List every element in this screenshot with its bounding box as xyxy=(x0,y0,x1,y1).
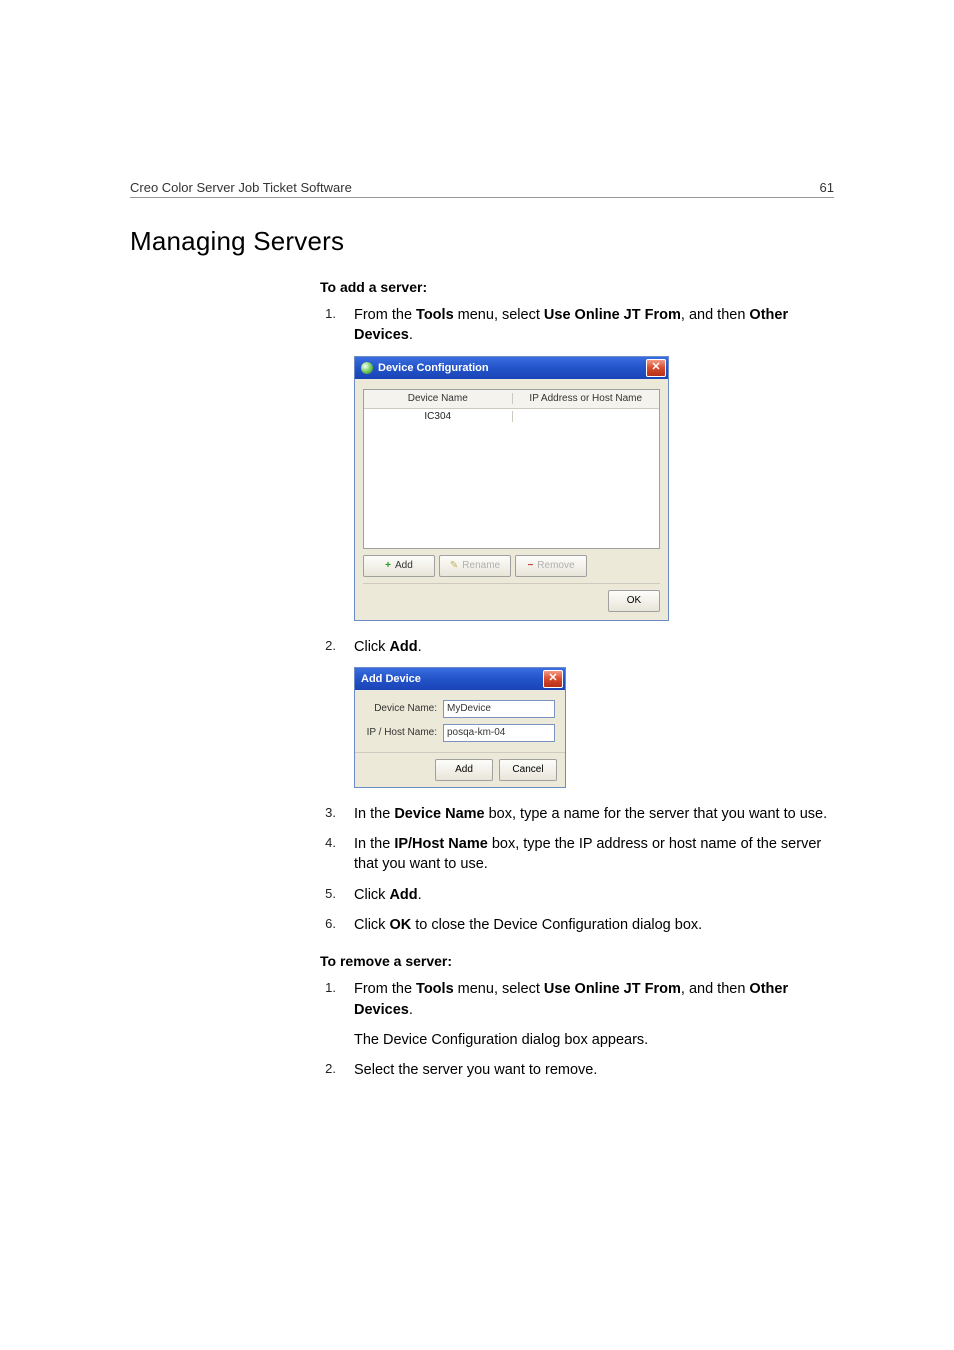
step-number: 2. xyxy=(320,637,336,657)
steps-remove-server: 1. From the Tools menu, select Use Onlin… xyxy=(320,979,834,1020)
list-item: 3. In the Device Name box, type a name f… xyxy=(320,804,834,824)
plus-icon: + xyxy=(385,560,391,571)
remove-button[interactable]: − Remove xyxy=(515,555,587,577)
followup-text: The Device Configuration dialog box appe… xyxy=(354,1030,834,1050)
subhead-add-server: To add a server: xyxy=(320,279,834,295)
cell-device-name: IC304 xyxy=(364,411,513,422)
ip-host-label: IP / Host Name: xyxy=(365,727,437,738)
dialog-title: Device Configuration xyxy=(378,362,489,374)
col-ip-host: IP Address or Host Name xyxy=(513,393,660,404)
step-number: 1. xyxy=(320,305,336,346)
list-item: 1. From the Tools menu, select Use Onlin… xyxy=(320,979,834,1020)
step-text: In the IP/Host Name box, type the IP add… xyxy=(354,834,834,875)
step-text: In the Device Name box, type a name for … xyxy=(354,804,834,824)
add-button[interactable]: + Add xyxy=(363,555,435,577)
add-button[interactable]: Add xyxy=(435,759,493,781)
subhead-remove-server: To remove a server: xyxy=(320,953,834,969)
page-title: Managing Servers xyxy=(130,226,834,257)
cancel-button[interactable]: Cancel xyxy=(499,759,557,781)
step-text: Click Add. xyxy=(354,885,834,905)
step-number: 2. xyxy=(320,1060,336,1080)
dialog-title: Add Device xyxy=(361,673,421,685)
device-name-field[interactable]: MyDevice xyxy=(443,700,555,718)
device-table: Device Name IP Address or Host Name IC30… xyxy=(363,389,660,549)
step-number: 1. xyxy=(320,979,336,1020)
list-item: 1. From the Tools menu, select Use Onlin… xyxy=(320,305,834,346)
ok-button[interactable]: OK xyxy=(608,590,660,612)
pencil-icon: ✎ xyxy=(450,560,458,571)
list-item: 5. Click Add. xyxy=(320,885,834,905)
device-name-label: Device Name: xyxy=(365,703,437,714)
step-text: Click OK to close the Device Configurati… xyxy=(354,915,834,935)
step-number: 3. xyxy=(320,804,336,824)
step-number: 5. xyxy=(320,885,336,905)
col-device-name: Device Name xyxy=(364,393,513,404)
list-item: 2. Click Add. xyxy=(320,637,834,657)
add-device-dialog: Add Device ✕ Device Name: MyDevice IP / … xyxy=(354,667,566,788)
page-number: 61 xyxy=(820,180,834,195)
device-configuration-dialog: Device Configuration ✕ Device Name IP Ad… xyxy=(354,356,669,621)
titlebar: Device Configuration ✕ xyxy=(355,357,668,379)
page-header: Creo Color Server Job Ticket Software 61 xyxy=(130,180,834,198)
step-number: 6. xyxy=(320,915,336,935)
step-text: From the Tools menu, select Use Online J… xyxy=(354,305,834,346)
close-icon[interactable]: ✕ xyxy=(543,670,563,688)
step-number: 4. xyxy=(320,834,336,875)
header-title: Creo Color Server Job Ticket Software xyxy=(130,180,352,195)
steps-add-server-cont: 2. Click Add. xyxy=(320,637,834,657)
minus-icon: − xyxy=(527,560,533,571)
list-item: 2. Select the server you want to remove. xyxy=(320,1060,834,1080)
table-header: Device Name IP Address or Host Name xyxy=(364,390,659,409)
step-text: Click Add. xyxy=(354,637,834,657)
ip-host-field[interactable]: posqa-km-04 xyxy=(443,724,555,742)
list-item: 6. Click OK to close the Device Configur… xyxy=(320,915,834,935)
rename-button[interactable]: ✎ Rename xyxy=(439,555,511,577)
app-icon xyxy=(361,362,373,374)
step-text: Select the server you want to remove. xyxy=(354,1060,834,1080)
close-icon[interactable]: ✕ xyxy=(646,359,666,377)
titlebar: Add Device ✕ xyxy=(355,668,565,690)
step-text: From the Tools menu, select Use Online J… xyxy=(354,979,834,1020)
steps-add-server-rest: 3. In the Device Name box, type a name f… xyxy=(320,804,834,935)
steps-add-server: 1. From the Tools menu, select Use Onlin… xyxy=(320,305,834,346)
steps-remove-server-cont: 2. Select the server you want to remove. xyxy=(320,1060,834,1080)
table-row[interactable]: IC304 xyxy=(364,409,659,425)
list-item: 4. In the IP/Host Name box, type the IP … xyxy=(320,834,834,875)
